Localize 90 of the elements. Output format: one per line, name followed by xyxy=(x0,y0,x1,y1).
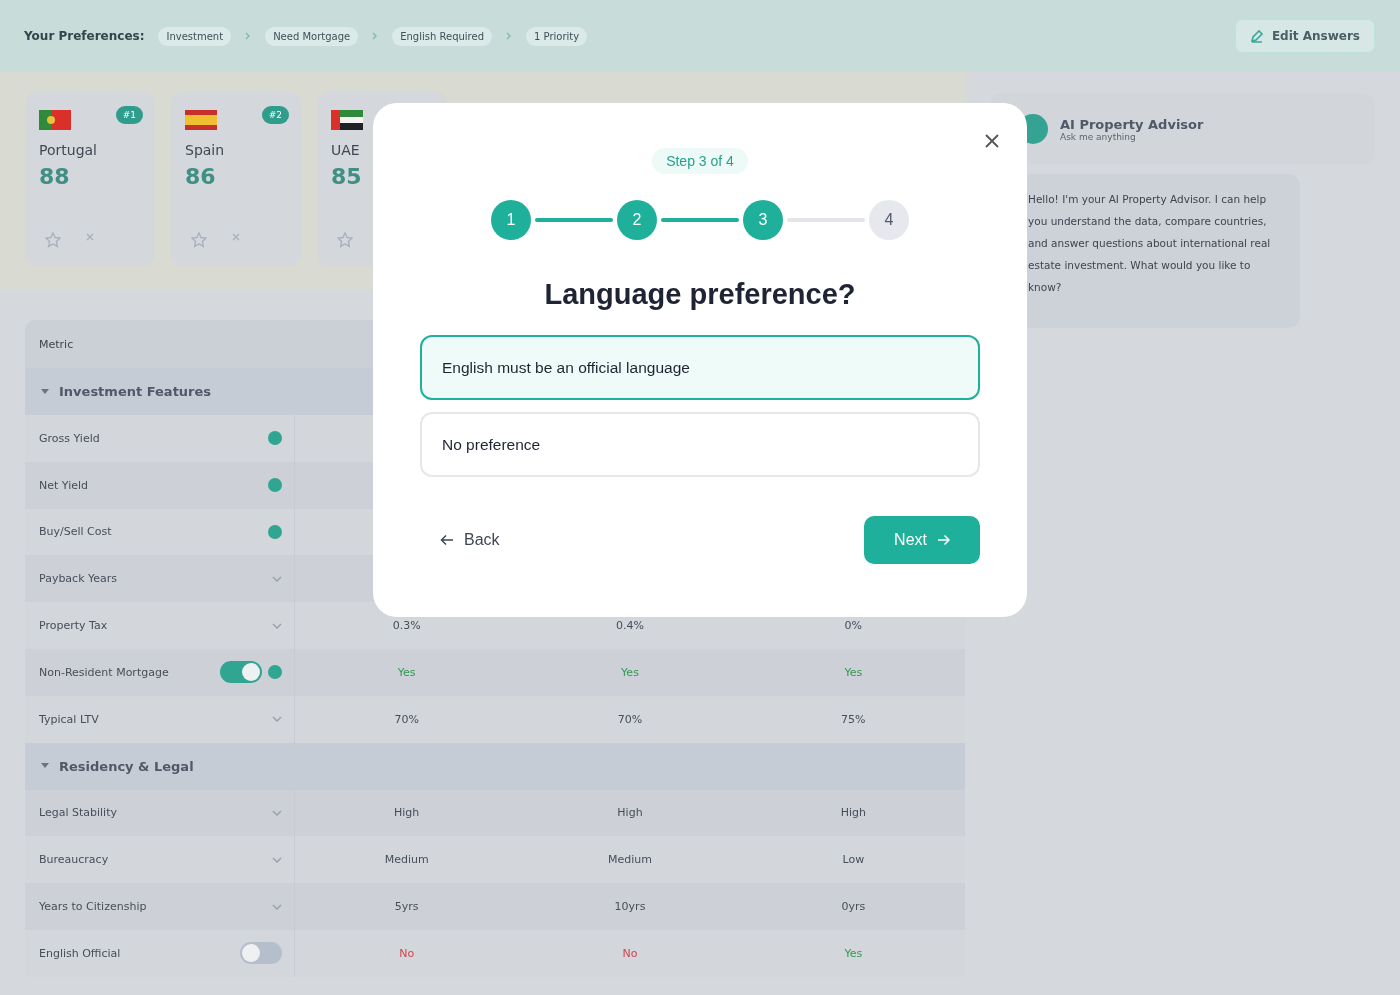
table-cell: High xyxy=(617,806,643,820)
back-button[interactable]: Back xyxy=(420,521,520,559)
country-card[interactable]: #1 Portugal 88 xyxy=(25,92,155,266)
table-cell: 70% xyxy=(617,712,643,726)
step-circle: 4 xyxy=(869,200,909,240)
metric-label: English Official xyxy=(39,946,121,960)
toggle-switch[interactable] xyxy=(220,661,262,684)
preference-chip: Need Mortgage xyxy=(265,26,359,46)
section-title: Investment Features xyxy=(59,384,212,399)
metric-label: Gross Yield xyxy=(39,431,100,445)
arrow-left-icon xyxy=(440,534,454,546)
info-dot-icon xyxy=(268,665,282,680)
country-name: UAE xyxy=(331,142,361,158)
metric-label: Net Yield xyxy=(39,478,88,492)
metric-label: Non-Resident Mortgage xyxy=(39,665,169,679)
table-cell: 0.4% xyxy=(616,619,644,633)
table-cell: Low xyxy=(842,853,865,867)
close-icon[interactable] xyxy=(85,232,95,242)
section-header[interactable]: Residency & Legal xyxy=(25,742,965,790)
country-name: Portugal xyxy=(39,142,98,158)
advisor-subtitle: Ask me anything xyxy=(1060,131,1137,142)
chevron-down-icon[interactable] xyxy=(272,622,282,629)
metric-label: Legal Stability xyxy=(39,806,117,820)
table-cell: 0.3% xyxy=(392,619,421,633)
preferences-label: Your Preferences: xyxy=(24,29,145,43)
metric-label: Years to Citizenship xyxy=(39,900,147,914)
metric-label: Buy/Sell Cost xyxy=(39,525,112,539)
step-circle: 1 xyxy=(491,200,531,240)
table-cell: 75% xyxy=(841,712,866,726)
metric-label: Typical LTV xyxy=(39,712,99,726)
close-icon[interactable] xyxy=(231,232,241,242)
preference-chip: Investment xyxy=(158,26,232,46)
country-name: Spain xyxy=(185,142,226,158)
answer-option[interactable]: English must be an official language xyxy=(420,335,980,400)
step-circle: 2 xyxy=(617,200,657,240)
answer-option[interactable]: No preference xyxy=(420,412,980,477)
country-score: 85 xyxy=(331,164,363,189)
section-title: Residency & Legal xyxy=(59,758,194,774)
chevron-right-icon xyxy=(506,30,512,42)
star-icon[interactable] xyxy=(45,232,61,248)
table-cell: Medium xyxy=(608,853,652,867)
table-cell: High xyxy=(840,806,866,820)
chevron-right-icon xyxy=(372,30,379,42)
table-cell: High xyxy=(394,806,420,820)
chevron-down-icon[interactable] xyxy=(272,575,282,582)
rank-badge: #1 xyxy=(115,106,143,124)
metric-label: Bureaucracy xyxy=(39,853,109,867)
table-cell: 0yrs xyxy=(841,900,866,914)
preference-chip: 1 Priority xyxy=(526,26,588,46)
star-icon[interactable] xyxy=(337,232,353,248)
table-cell: 5yrs xyxy=(394,900,419,914)
table-cell: Yes xyxy=(844,946,863,960)
step-label: Step 3 of 4 xyxy=(652,148,748,174)
table-cell: Medium xyxy=(384,853,429,867)
chevron-right-icon xyxy=(245,30,252,42)
table-cell: 70% xyxy=(394,712,419,726)
metric-label: Property Tax xyxy=(39,619,108,633)
country-score: 88 xyxy=(39,164,71,189)
advisor-title: AI Property Advisor xyxy=(1060,116,1204,132)
close-icon xyxy=(983,132,1001,150)
flag-icon xyxy=(185,110,217,130)
edit-answers-button[interactable]: Edit Answers xyxy=(1233,18,1376,54)
rank-badge: #2 xyxy=(261,106,289,124)
table-cell: No xyxy=(399,946,415,960)
column-header: Metric xyxy=(39,337,74,351)
table-cell: 0% xyxy=(844,619,863,633)
question-title: Language preference? xyxy=(544,278,856,311)
table-cell: Yes xyxy=(844,665,863,679)
star-icon[interactable] xyxy=(191,232,207,248)
info-dot-icon xyxy=(268,525,282,539)
table-cell: Yes xyxy=(397,665,416,679)
country-score: 86 xyxy=(185,164,217,189)
arrow-right-icon xyxy=(937,534,950,546)
table-cell: No xyxy=(622,946,638,960)
table-cell: 10yrs xyxy=(614,900,646,914)
chevron-down-icon[interactable] xyxy=(272,856,282,863)
flag-icon xyxy=(39,110,71,130)
chevron-down-icon[interactable] xyxy=(272,903,282,910)
table-cell: Yes xyxy=(621,665,639,679)
toggle-switch[interactable] xyxy=(240,942,282,965)
info-dot-icon xyxy=(268,431,282,446)
flag-icon xyxy=(331,110,363,130)
country-card[interactable]: #2 Spain 86 xyxy=(171,92,301,266)
pencil-icon xyxy=(1249,29,1264,43)
step-circle: 3 xyxy=(743,200,783,240)
chevron-down-icon[interactable] xyxy=(272,716,282,723)
chevron-down-icon[interactable] xyxy=(272,809,282,816)
preference-chip: English Required xyxy=(392,26,492,46)
metric-label: Payback Years xyxy=(39,572,118,586)
info-dot-icon xyxy=(268,478,282,493)
